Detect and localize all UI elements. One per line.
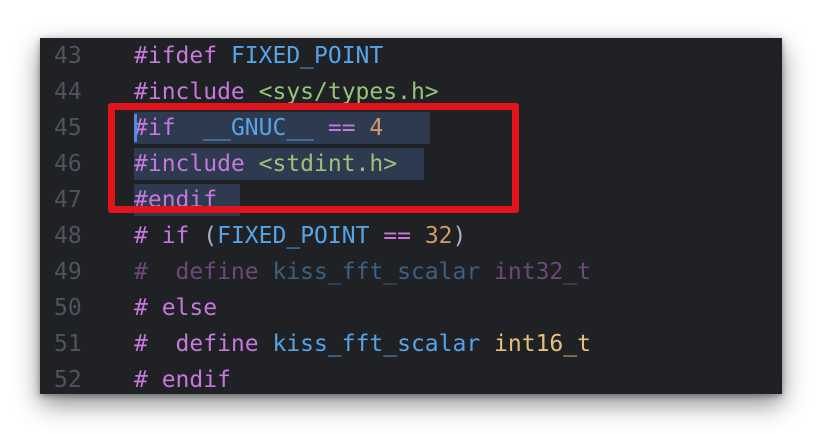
code-token: kiss_fft_scalar — [272, 331, 495, 357]
line-number: 45 — [54, 115, 82, 141]
code-text: # if (FIXED_POINT == 32) — [134, 218, 466, 254]
code-text: #ifdef FIXED_POINT — [134, 38, 383, 74]
code-token: int16_t — [494, 331, 591, 357]
code-token: int32_t — [494, 259, 591, 285]
code-line[interactable]: 50 # else — [40, 290, 782, 326]
code-token: <sys/types.h> — [258, 79, 439, 105]
line-number: 48 — [54, 223, 82, 249]
code-line[interactable]: 49 # define kiss_fft_scalar int32_t — [40, 254, 782, 290]
code-token: # define — [134, 259, 273, 285]
code-line[interactable]: 51 # define kiss_fft_scalar int16_t — [40, 326, 782, 362]
code-line[interactable]: 48 # if (FIXED_POINT == 32) — [40, 218, 782, 254]
code-editor[interactable]: 43 #ifdef FIXED_POINT 44 #include <sys/type… — [40, 38, 782, 394]
line-number: 44 — [54, 79, 82, 105]
line-number: 47 — [54, 187, 82, 213]
line-number: 46 — [54, 151, 82, 177]
code-token: # else — [134, 295, 218, 321]
code-text: # define kiss_fft_scalar int32_t — [134, 254, 591, 290]
code-text: # define kiss_fft_scalar int16_t — [134, 326, 591, 362]
code-token: 32 — [424, 223, 453, 249]
line-number: 43 — [54, 43, 82, 69]
screenshot-stage: 43 #ifdef FIXED_POINT 44 #include <sys/type… — [0, 0, 822, 434]
line-number: 50 — [54, 295, 82, 321]
code-token: #include — [134, 79, 259, 105]
line-number: 49 — [54, 259, 82, 285]
code-line[interactable]: 52 # endif — [40, 362, 782, 394]
line-number: 51 — [54, 331, 82, 357]
code-token: == — [383, 223, 425, 249]
line-number: 52 — [54, 367, 82, 393]
code-text: # else — [134, 290, 217, 326]
code-token: FIXED_POINT — [230, 43, 384, 69]
code-token: # define — [134, 331, 273, 357]
code-token: ) — [452, 223, 467, 249]
code-text: # endif — [134, 362, 231, 394]
code-line[interactable]: 43 #ifdef FIXED_POINT — [40, 38, 782, 74]
code-token: FIXED_POINT — [217, 223, 384, 249]
code-token: kiss_fft_scalar — [272, 259, 495, 285]
code-token: ( — [203, 223, 218, 249]
code-token: # endif — [134, 367, 231, 393]
code-token: #ifdef — [134, 43, 231, 69]
code-token: # if — [134, 223, 204, 249]
highlight-annotation-box — [108, 103, 519, 213]
